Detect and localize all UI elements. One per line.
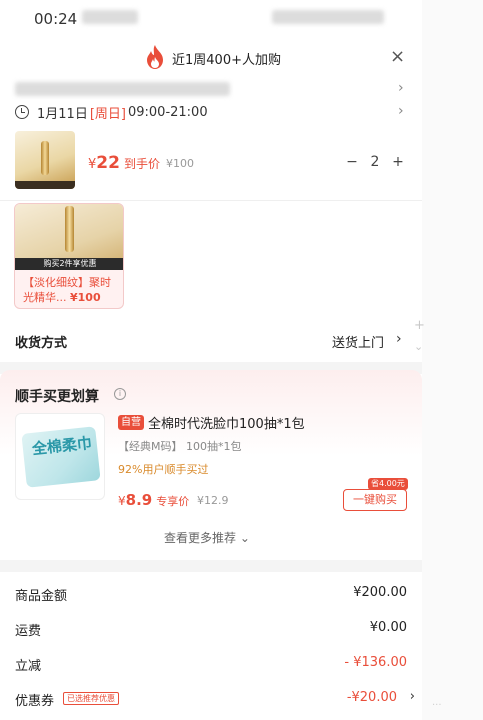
recommend-original-price: ¥12.9 [197, 494, 229, 507]
order-sheet: 00:24 近1周400+人加购 × › 1月11日 [周日] 09:00-21… [0, 0, 422, 720]
recommend-stat: 92%用户顺手买过 [118, 463, 209, 476]
close-icon[interactable]: × [390, 46, 405, 67]
price-tag: 到手价 [123, 157, 160, 171]
header-title: 近1周400+人加购 [172, 53, 281, 68]
recommend-section: 顺手买更划算 i 全棉柔巾 自营 全棉时代洗脸巾100抽*1包 【经典M码】 1… [0, 370, 422, 560]
coupon-tag: 已选推荐优惠 [63, 692, 119, 705]
summary-goods-row: 商品金额 ¥200.00 [15, 585, 407, 604]
self-operated-badge: 自营 [118, 415, 144, 430]
gift-price: ¥100 [70, 291, 101, 304]
shipping-label: 运费 [15, 624, 42, 639]
delivery-weekday: [周日] [89, 106, 126, 122]
info-icon[interactable]: i [114, 388, 126, 400]
summary-shipping-row: 运费 ¥0.00 [15, 620, 407, 639]
delivery-time-row[interactable]: 1月11日 [周日] 09:00-21:00 [15, 103, 208, 122]
shipping-value: ¥0.00 [369, 620, 407, 635]
discount-label: 立减 [15, 659, 42, 674]
bottle-graphic [65, 206, 74, 252]
coupon-value[interactable]: -¥20.00 [347, 690, 397, 705]
flame-icon [147, 45, 163, 69]
blurred-status-right [272, 10, 384, 24]
background-strip [422, 0, 483, 720]
section-gap [0, 560, 422, 572]
chevron-right-icon[interactable]: › [398, 80, 404, 96]
delivery-date: 1月11日 [37, 106, 88, 122]
chevron-right-icon[interactable]: › [396, 331, 402, 347]
minus-button[interactable]: − [342, 154, 362, 170]
original-price: ¥100 [166, 157, 194, 170]
price-symbol: ¥ [118, 494, 126, 508]
plus-button[interactable]: + [388, 154, 408, 170]
image-band [15, 181, 75, 189]
discount-value: - ¥136.00 [344, 655, 407, 670]
status-bar: 00:24 [0, 0, 422, 36]
gift-text: 【淡化细纹】聚时光精华... ¥100 [23, 275, 119, 305]
clock-icon [15, 105, 29, 119]
recommend-image[interactable]: 全棉柔巾 [15, 413, 105, 500]
recommend-spec: 【经典M码】 100抽*1包 [118, 440, 242, 453]
summary-discount-row: 立减 - ¥136.00 [15, 655, 407, 674]
recommend-price: ¥8.9 专享价 [118, 490, 189, 509]
status-time: 00:24 [34, 10, 78, 28]
goods-label: 商品金额 [15, 589, 68, 604]
bottle-graphic [41, 141, 49, 175]
quick-buy-button[interactable]: 一键购买 [343, 489, 407, 511]
price-value: 22 [96, 153, 120, 173]
divider [0, 200, 422, 201]
delivery-range: 09:00-21:00 [127, 104, 208, 120]
coupon-label: 优惠券 [15, 694, 55, 709]
quantity-stepper: − 2 + [342, 150, 408, 174]
recommend-title: 顺手买更划算 [15, 389, 99, 405]
delivery-method-label: 收货方式 [15, 336, 68, 351]
gift-card[interactable]: 购买2件享优惠 【淡化细纹】聚时光精华... ¥100 [14, 203, 124, 309]
sheet-header: 近1周400+人加购 × [0, 40, 422, 76]
goods-value: ¥200.00 [353, 585, 407, 600]
product-price: ¥22 到手价 [88, 153, 160, 173]
address-blurred[interactable] [15, 82, 230, 96]
more-recommend-link[interactable]: 查看更多推荐 ⌄ [164, 529, 250, 546]
summary-coupon-row[interactable]: 优惠券 已选推荐优惠 -¥20.00 › [15, 689, 415, 709]
delivery-method-value[interactable]: 送货上门 [332, 332, 384, 351]
chevron-right-icon[interactable]: › [398, 103, 404, 119]
quantity-value[interactable]: 2 [365, 154, 385, 170]
product-image[interactable] [15, 131, 75, 189]
recommend-name[interactable]: 全棉时代洗脸巾100抽*1包 [148, 413, 305, 432]
gift-band: 购买2件享优惠 [15, 258, 123, 270]
price-value: 8.9 [125, 491, 153, 509]
chevron-right-icon[interactable]: › [410, 689, 415, 704]
watermark: ··· [432, 700, 442, 711]
blurred-status [82, 10, 138, 24]
price-tag: 专享价 [156, 495, 190, 508]
